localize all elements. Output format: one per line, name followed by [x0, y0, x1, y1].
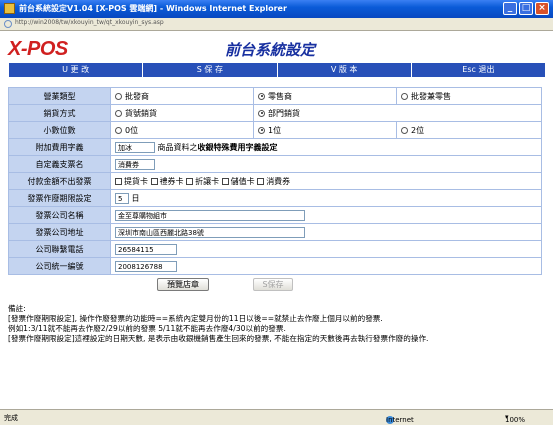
sales-mode-option-item[interactable]: 貨號銷貨	[110, 104, 254, 122]
app-icon	[4, 3, 15, 14]
radio-icon[interactable]	[115, 126, 122, 134]
radio-icon[interactable]	[115, 109, 122, 117]
menu-bar: U 更 改 S 保 存 V 版 本 Esc 退出	[9, 63, 545, 77]
menu-exit[interactable]: Esc 退出	[412, 63, 545, 77]
notes-line: 例如1:3/11就不能再去作廢2/29以前的發票 5/11就不能再去作廢4/30…	[8, 324, 286, 333]
checkbox-icon[interactable]	[221, 177, 229, 185]
menu-update[interactable]: U 更 改	[9, 63, 144, 77]
extra-fee-label: 附加費用字義	[8, 138, 111, 156]
invoice-void-input[interactable]: 5	[115, 192, 129, 204]
decimals-option-1[interactable]: 1位	[253, 121, 397, 139]
no-invoice-option[interactable]: 儲值卡	[221, 177, 255, 186]
checkbox-icon[interactable]	[150, 177, 158, 185]
status-bar: 完成 Internet 100% ▾	[0, 409, 553, 425]
company-address-label: 發票公司地址	[8, 223, 111, 241]
company-name-input[interactable]: 金至尊購物組市	[115, 209, 305, 221]
checkbox-icon[interactable]	[257, 177, 265, 185]
minimize-button[interactable]: _	[503, 2, 517, 15]
extra-fee-desc: 商品資料之	[157, 142, 198, 152]
window-title: 前台系統設定V1.04 [X-POS 雲端網] - Windows Intern…	[19, 4, 287, 13]
checkbox-icon[interactable]	[186, 177, 194, 185]
page-title: 前台系統設定	[225, 43, 316, 59]
business-type-option-both[interactable]: 批發兼零售	[396, 87, 542, 105]
radio-selected-icon[interactable]	[258, 92, 265, 100]
address-url[interactable]: http://win2008/tw/xkouyin_tw/qt_xkouyin_…	[15, 19, 164, 26]
decimals-option-2[interactable]: 2位	[396, 121, 542, 139]
custom-payment-label: 自定義支票名	[8, 155, 111, 173]
company-address-input[interactable]: 深圳市南山區西麗北路38號	[115, 226, 305, 238]
ie-page-icon	[4, 20, 12, 28]
company-phone-label: 公司聯繫電話	[8, 240, 111, 258]
custom-payment-input[interactable]: 消費券	[115, 158, 155, 170]
maximize-button[interactable]: □	[519, 2, 533, 15]
notes-line: [發票作廢期限設定]這裡設定的日期天數, 是表示由收銀機銷售產生回來的發票, 不…	[8, 334, 429, 343]
preview-stamp-button[interactable]: 預覽店章	[157, 278, 209, 291]
invoice-void-label: 發票作廢期限設定	[8, 189, 111, 207]
notes-line: [發票作廢期限設定], 操作作廢發票的功能時==系統內定雙月份的11日以後==就…	[8, 314, 383, 323]
extra-fee-desc-bold: 收銀特殊費用字義設定	[197, 142, 278, 152]
extra-fee-input[interactable]: 加冰	[115, 141, 155, 153]
business-type-label: 營業類型	[8, 87, 111, 105]
sales-mode-label: 銷貨方式	[8, 104, 111, 122]
notes-title: 備註:	[8, 304, 26, 313]
invoice-void-unit: 日	[131, 193, 140, 203]
notes: 備註: [發票作廢期限設定], 操作作廢發票的功能時==系統內定雙月份的11日以…	[8, 304, 428, 344]
window-titlebar: 前台系統設定V1.04 [X-POS 雲端網] - Windows Intern…	[0, 0, 553, 18]
company-tax-id-label: 公司統一編號	[8, 257, 111, 275]
radio-icon[interactable]	[401, 126, 408, 134]
business-type-option-retail[interactable]: 零售商	[253, 87, 397, 105]
zoom-control[interactable]: 100% ▾	[505, 413, 525, 424]
logo: X-POS	[8, 38, 68, 60]
status-text: 完成	[4, 414, 18, 422]
save-button[interactable]: S保存	[253, 278, 293, 291]
company-tax-id-input[interactable]: 2008126788	[115, 260, 177, 272]
decimals-option-0[interactable]: 0位	[110, 121, 254, 139]
settings-form: 營業類型 批發商 零售商 批發兼零售 銷貨方式 貨號銷貨 部門銷貨 小數位數 0…	[8, 87, 542, 275]
checkbox-icon[interactable]	[115, 177, 122, 185]
decimals-label: 小數位數	[8, 121, 111, 139]
no-invoice-option[interactable]: 禮券卡	[150, 177, 184, 186]
menu-version[interactable]: V 版 本	[278, 63, 412, 77]
no-invoice-option[interactable]: 折讓卡	[186, 177, 219, 186]
radio-selected-icon[interactable]	[258, 109, 265, 117]
no-invoice-option[interactable]: 消費券	[257, 177, 290, 186]
business-type-option-wholesale[interactable]: 批發商	[110, 87, 254, 105]
no-invoice-option[interactable]: 提貨卡	[115, 177, 148, 186]
radio-selected-icon[interactable]	[258, 126, 265, 134]
close-button[interactable]: ×	[535, 2, 549, 15]
radio-icon[interactable]	[115, 92, 122, 100]
radio-icon[interactable]	[401, 92, 408, 100]
sales-mode-option-dept[interactable]: 部門銷貨	[253, 104, 542, 122]
company-phone-input[interactable]: 26584115	[115, 243, 177, 255]
no-invoice-label: 付款金額不出發票	[8, 172, 111, 190]
company-name-label: 發票公司名稱	[8, 206, 111, 224]
address-bar[interactable]: http://win2008/tw/xkouyin_tw/qt_xkouyin_…	[0, 18, 553, 31]
menu-save[interactable]: S 保 存	[143, 63, 278, 77]
